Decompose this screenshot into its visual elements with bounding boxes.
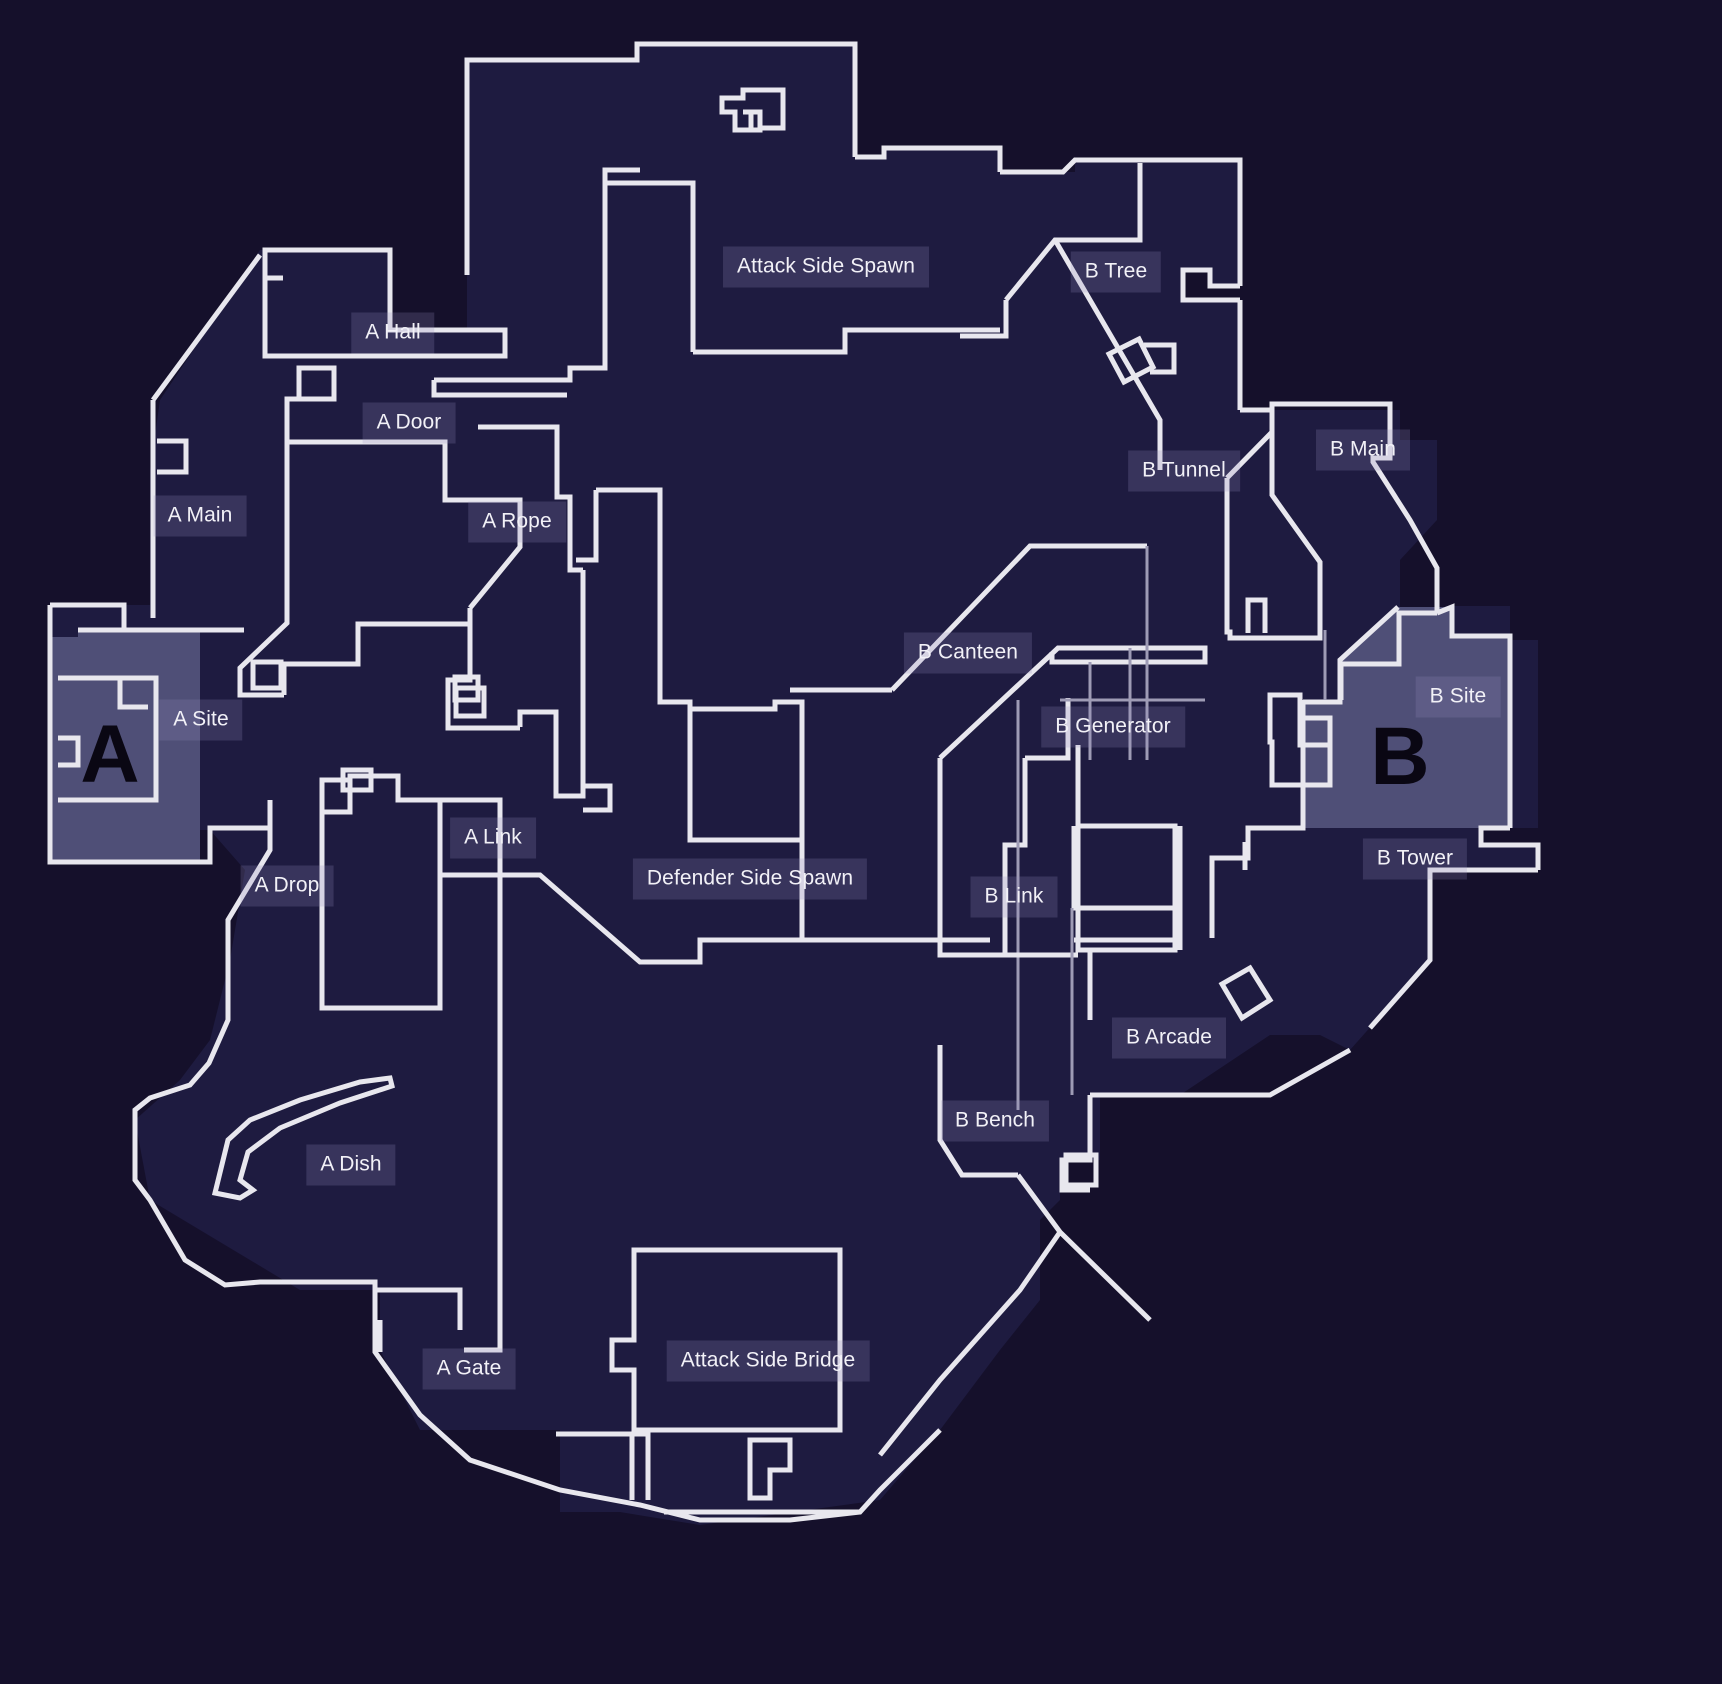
callout-a-dish[interactable]: A Dish <box>306 1144 396 1186</box>
callout-b-canteen[interactable]: B Canteen <box>903 632 1033 674</box>
callout-a-rope[interactable]: A Rope <box>468 501 566 543</box>
callout-b-tree[interactable]: B Tree <box>1070 251 1162 293</box>
callout-b-link[interactable]: B Link <box>970 876 1058 918</box>
map-viewport[interactable]: Attack Side Spawn B Tree A Hall A Door B… <box>0 0 1722 1684</box>
callout-attack-side-spawn[interactable]: Attack Side Spawn <box>723 246 929 288</box>
callout-a-site[interactable]: A Site <box>159 699 243 741</box>
callout-a-link[interactable]: A Link <box>450 817 536 859</box>
site-b-letter: B <box>1370 711 1430 802</box>
callout-a-door[interactable]: A Door <box>362 402 456 444</box>
site-a-letter: A <box>80 709 140 800</box>
callout-b-generator[interactable]: B Generator <box>1041 706 1185 748</box>
callout-b-tower[interactable]: B Tower <box>1362 838 1468 880</box>
callout-a-gate[interactable]: A Gate <box>422 1348 516 1390</box>
callout-b-main[interactable]: B Main <box>1316 429 1410 471</box>
callout-a-main[interactable]: A Main <box>153 495 247 537</box>
callout-b-arcade[interactable]: B Arcade <box>1111 1017 1227 1059</box>
callout-defender-side-spawn[interactable]: Defender Side Spawn <box>632 858 868 900</box>
callout-b-bench[interactable]: B Bench <box>940 1100 1050 1142</box>
callout-attack-side-bridge[interactable]: Attack Side Bridge <box>666 1340 870 1382</box>
callout-b-tunnel[interactable]: B Tunnel <box>1128 450 1240 492</box>
callout-a-hall[interactable]: A Hall <box>351 312 435 354</box>
callout-a-drop[interactable]: A Drop <box>240 865 334 907</box>
